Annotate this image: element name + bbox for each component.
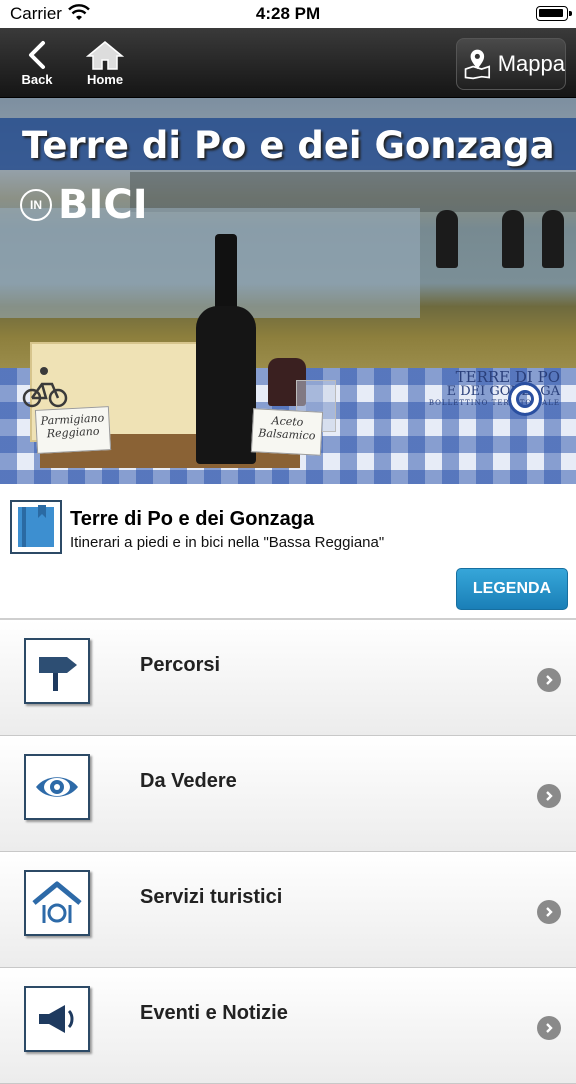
card2-line2: Balsamico [258,426,316,443]
menu-label: Servizi turistici [140,886,283,908]
info-section: Terre di Po e dei Gonzaga Itinerari a pi… [0,484,576,620]
logo-line1: TERRE DI PO [455,368,560,386]
eye-icon [24,754,90,820]
in-badge: IN [20,189,52,221]
home-button[interactable]: Home [80,40,130,87]
map-label: Mappa [497,51,565,76]
parmigiano-card: Parmigiano Reggiano [34,406,112,454]
banner-treeline [130,172,576,212]
chevron-right-icon [537,784,561,808]
map-button[interactable]: Mappa [456,38,566,90]
battery-icon [536,6,572,21]
menu-label: Eventi e Notizie [140,1002,288,1024]
banner-title: Terre di Po e dei Gonzaga [22,124,555,167]
menu-item-servizi-turistici[interactable]: Servizi turistici [0,852,576,968]
legend-button[interactable]: LEGENDA [456,568,568,610]
chevron-right-icon [537,900,561,924]
house-restaurant-icon [24,870,90,936]
status-bar: Carrier 4:28 PM [0,0,576,28]
cyclist-figure [542,210,564,268]
menu-list: Percorsi Da Vedere Servizi turistici Eve… [0,620,576,1084]
cyclist-figure [436,210,458,268]
info-title: Terre di Po e dei Gonzaga [70,508,315,530]
map-pin-icon [464,49,491,80]
back-label: Back [21,72,53,87]
in-bici-logo: IN BICI [20,182,148,228]
chevron-right-icon [537,1016,561,1040]
menu-label: Percorsi [140,654,221,676]
banner-image: Terre di Po e dei Gonzaga IN BICI Parmig… [0,98,576,484]
menu-item-da-vedere[interactable]: Da Vedere [0,736,576,852]
chevron-right-icon [537,668,561,692]
menu-item-percorsi[interactable]: Percorsi [0,620,576,736]
signpost-icon [24,638,90,704]
clock: 4:28 PM [255,4,321,23]
book-icon [10,500,62,554]
back-button[interactable]: Back [16,40,58,87]
bottle-body [196,306,256,464]
megaphone-icon [24,986,90,1052]
home-icon [86,41,124,70]
menu-item-eventi-notizie[interactable]: Eventi e Notizie [0,968,576,1084]
menu-label: Da Vedere [140,770,237,792]
bottle-neck [215,234,237,314]
bicycle-icon [22,367,68,408]
navigation-bar: Back Home Mappa [0,28,576,98]
balsamico-card: Aceto Balsamico [250,408,324,456]
info-subtitle: Itinerari a piedi e in bici nella "Bassa… [70,534,385,551]
spiral-logo-icon [508,382,542,416]
back-chevron-icon [29,41,45,69]
bici-word: BICI [58,182,148,228]
cyclist-figure [502,210,524,268]
wine-bottle [196,234,256,464]
card1-line2: Reggiano [46,424,100,441]
home-label: Home [86,72,124,87]
